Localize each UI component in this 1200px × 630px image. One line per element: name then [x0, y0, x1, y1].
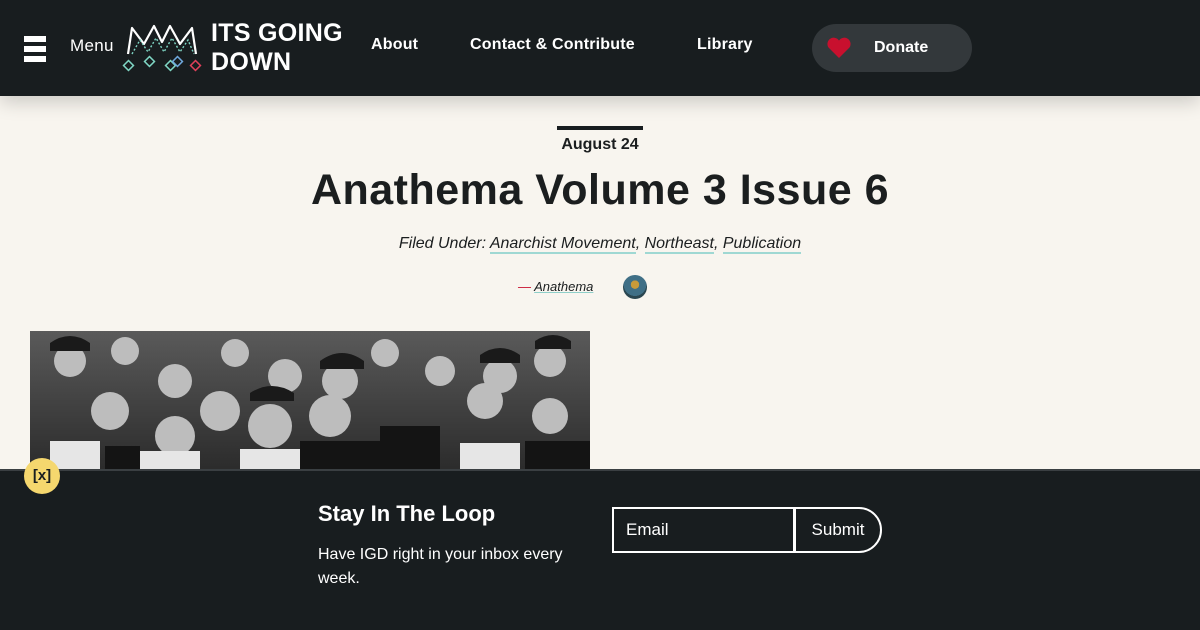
category-link-northeast[interactable]: Northeast [644, 235, 714, 254]
nav-library[interactable]: Library [697, 36, 753, 54]
category-link-publication[interactable]: Publication [722, 235, 802, 254]
newsletter-description: Have IGD right in your inbox every week. [318, 546, 563, 587]
close-newsletter-button[interactable]: [x] [24, 458, 60, 494]
site-header: Menu ITS GOING DOWN About Contact & Cont… [0, 0, 1200, 96]
logo-line-2: DOWN [211, 48, 292, 76]
hamburger-icon[interactable] [24, 36, 46, 62]
filed-under: Filed Under: Anarchist Movement, Northea… [398, 235, 802, 254]
menu-label[interactable]: Menu [70, 36, 114, 56]
avatar[interactable] [623, 275, 647, 299]
featured-image-graphic [30, 331, 590, 471]
page-title: Anathema Volume 3 Issue 6 [310, 166, 890, 214]
email-field[interactable] [612, 507, 795, 553]
featured-image[interactable] [30, 331, 590, 471]
author-byline: — Anathema [518, 279, 593, 294]
donate-label: Donate [874, 39, 929, 56]
nav-about[interactable]: About [371, 36, 418, 54]
filed-under-label: Filed Under: [398, 235, 490, 252]
donate-button[interactable]: Donate [812, 24, 972, 72]
logo-line-1: ITS GOING [211, 19, 343, 47]
submit-button[interactable]: Submit [794, 507, 882, 553]
nav-contact-contribute[interactable]: Contact & Contribute [470, 36, 635, 54]
author-dash: — [518, 279, 535, 294]
post-date: August 24 [561, 136, 639, 153]
logo-wordmark[interactable]: ITS GOING DOWN [211, 19, 343, 77]
author-link[interactable]: Anathema [534, 279, 593, 294]
logo-crown-icon[interactable] [122, 22, 204, 74]
newsletter-bar: Stay In The Loop Have IGD right in your … [0, 469, 1200, 630]
heart-icon [827, 37, 851, 58]
date-divider [557, 126, 643, 130]
newsletter-title: Stay In The Loop [318, 501, 496, 526]
category-link-anarchist-movement[interactable]: Anarchist Movement [489, 235, 636, 254]
